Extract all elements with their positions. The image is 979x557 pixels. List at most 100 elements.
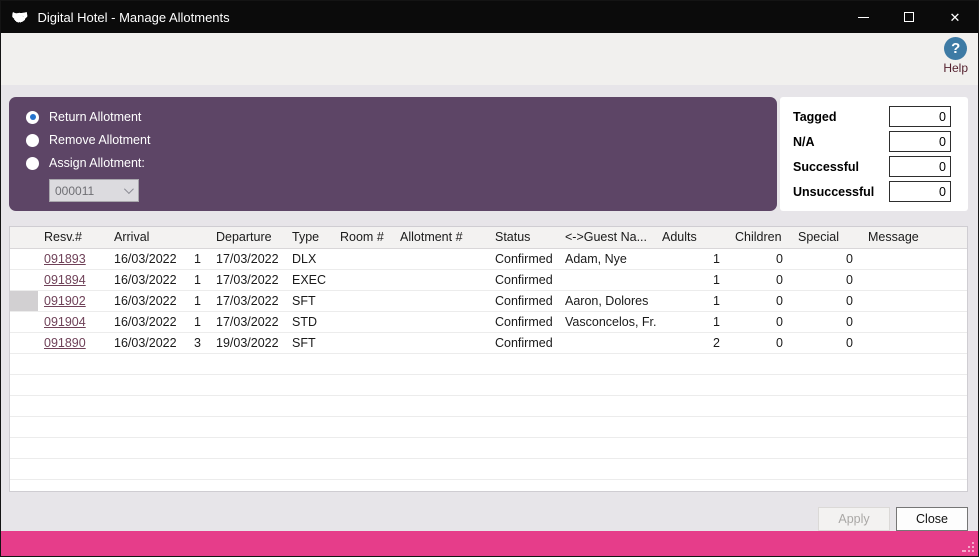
actions-row: Apply Close: [9, 507, 968, 531]
cell-children: 0: [729, 290, 792, 312]
cell-guest: [559, 269, 656, 291]
stat-row-successful: Successful: [793, 156, 951, 177]
col-adults[interactable]: Adults: [656, 227, 729, 249]
window-title: Digital Hotel - Manage Allotments: [37, 9, 230, 25]
row-selector-cell[interactable]: [10, 290, 38, 312]
row-selector-cell[interactable]: [10, 311, 38, 333]
col-arrival[interactable]: Arrival: [108, 227, 192, 249]
cell-departure: 17/03/2022: [210, 311, 286, 333]
cell-status: Confirmed: [489, 290, 559, 312]
col-status[interactable]: Status: [489, 227, 559, 249]
maximize-button[interactable]: [886, 1, 932, 33]
chevron-down-icon: [123, 184, 134, 195]
panels-row: Return Allotment Remove Allotment Assign…: [9, 97, 968, 211]
manage-allotments-window: 🤝 Digital Hotel - Manage Allotments ✕ ? …: [0, 0, 979, 557]
radio-remove-allotment[interactable]: Remove Allotment: [26, 133, 777, 147]
cell-arrival: 16/03/2022: [108, 269, 192, 291]
col-resv[interactable]: Resv.#: [38, 227, 108, 249]
tagged-count-field[interactable]: [889, 106, 951, 127]
cell-nights: 1: [192, 269, 210, 291]
col-departure[interactable]: Departure: [210, 227, 286, 249]
cell-adults: 1: [656, 269, 729, 291]
cell-departure: 17/03/2022: [210, 290, 286, 312]
col-guest-name[interactable]: <->Guest Na...: [559, 227, 656, 249]
row-selector-cell[interactable]: [10, 269, 38, 291]
table-row[interactable]: 091904 16/03/2022 1 17/03/2022 STD Confi…: [10, 311, 967, 333]
cell-nights: 1: [192, 248, 210, 270]
col-message[interactable]: Message: [862, 227, 967, 249]
cell-room: [334, 290, 394, 312]
radio-label: Assign Allotment:: [49, 156, 145, 170]
radio-selected-icon: [26, 110, 39, 124]
col-special[interactable]: Special: [792, 227, 862, 249]
cell-children: 0: [729, 269, 792, 291]
resv-link[interactable]: 091893: [44, 252, 86, 266]
cell-special: 0: [792, 269, 862, 291]
cell-status: Confirmed: [489, 332, 559, 354]
resv-link[interactable]: 091904: [44, 315, 86, 329]
cell-message: [862, 269, 967, 291]
resv-link[interactable]: 091890: [44, 336, 86, 350]
resv-link[interactable]: 091902: [44, 294, 86, 308]
cell-type: SFT: [286, 332, 334, 354]
resize-grip-icon[interactable]: [962, 541, 974, 553]
titlebar: 🤝 Digital Hotel - Manage Allotments ✕: [1, 1, 978, 33]
stat-label: Successful: [793, 159, 860, 174]
close-button[interactable]: Close: [896, 507, 968, 531]
row-selector-cell[interactable]: [10, 332, 38, 354]
cell-guest: Adam, Nye: [559, 248, 656, 270]
cell-arrival: 16/03/2022: [108, 311, 192, 333]
close-window-button[interactable]: ✕: [932, 1, 978, 33]
main-area: Return Allotment Remove Allotment Assign…: [1, 85, 978, 531]
row-selector-cell[interactable]: [10, 248, 38, 270]
cell-departure: 17/03/2022: [210, 248, 286, 270]
cell-type: STD: [286, 311, 334, 333]
table-row[interactable]: 091893 16/03/2022 1 17/03/2022 DLX Confi…: [10, 248, 967, 270]
help-button[interactable]: ? Help: [943, 37, 968, 75]
successful-count-field[interactable]: [889, 156, 951, 177]
table-row[interactable]: 091894 16/03/2022 1 17/03/2022 EXEC Conf…: [10, 269, 967, 291]
col-allotment[interactable]: Allotment #: [394, 227, 489, 249]
cell-room: [334, 332, 394, 354]
grid-header-row: Resv.# Arrival Departure Type Room # All…: [10, 227, 967, 249]
cell-allotment: [394, 290, 489, 312]
col-type[interactable]: Type: [286, 227, 334, 249]
cell-departure: 17/03/2022: [210, 269, 286, 291]
stat-label: Tagged: [793, 109, 837, 124]
toolbar: ? Help: [1, 33, 978, 85]
cell-special: 0: [792, 311, 862, 333]
radio-label: Remove Allotment: [49, 133, 151, 147]
table-row-selected[interactable]: 091902 16/03/2022 1 17/03/2022 SFT Confi…: [10, 290, 967, 312]
resv-link[interactable]: 091894: [44, 273, 86, 287]
cell-allotment: [394, 269, 489, 291]
cell-children: 0: [729, 332, 792, 354]
allotment-number-dropdown[interactable]: 000011: [49, 179, 139, 202]
col-room[interactable]: Room #: [334, 227, 394, 249]
allotment-options-panel: Return Allotment Remove Allotment Assign…: [9, 97, 777, 211]
empty-row: [10, 416, 967, 438]
apply-button[interactable]: Apply: [818, 507, 890, 531]
cell-allotment: [394, 332, 489, 354]
unsuccessful-count-field[interactable]: [889, 181, 951, 202]
cell-guest: Aaron, Dolores: [559, 290, 656, 312]
radio-return-allotment[interactable]: Return Allotment: [26, 110, 777, 124]
cell-children: 0: [729, 248, 792, 270]
radio-assign-allotment[interactable]: Assign Allotment:: [26, 156, 777, 170]
cell-special: 0: [792, 332, 862, 354]
cell-arrival: 16/03/2022: [108, 248, 192, 270]
cell-room: [334, 311, 394, 333]
cell-message: [862, 332, 967, 354]
minimize-button[interactable]: [840, 1, 886, 33]
col-children[interactable]: Children: [729, 227, 792, 249]
cell-adults: 1: [656, 290, 729, 312]
cell-children: 0: [729, 311, 792, 333]
allotment-number-value: 000011: [55, 183, 95, 198]
col-selector: [10, 227, 38, 249]
cell-adults: 1: [656, 248, 729, 270]
reservations-grid: Resv.# Arrival Departure Type Room # All…: [9, 226, 968, 492]
na-count-field[interactable]: [889, 131, 951, 152]
empty-row: [10, 395, 967, 417]
cell-type: SFT: [286, 290, 334, 312]
empty-row: [10, 437, 967, 459]
table-row[interactable]: 091890 16/03/2022 3 19/03/2022 SFT Confi…: [10, 332, 967, 354]
